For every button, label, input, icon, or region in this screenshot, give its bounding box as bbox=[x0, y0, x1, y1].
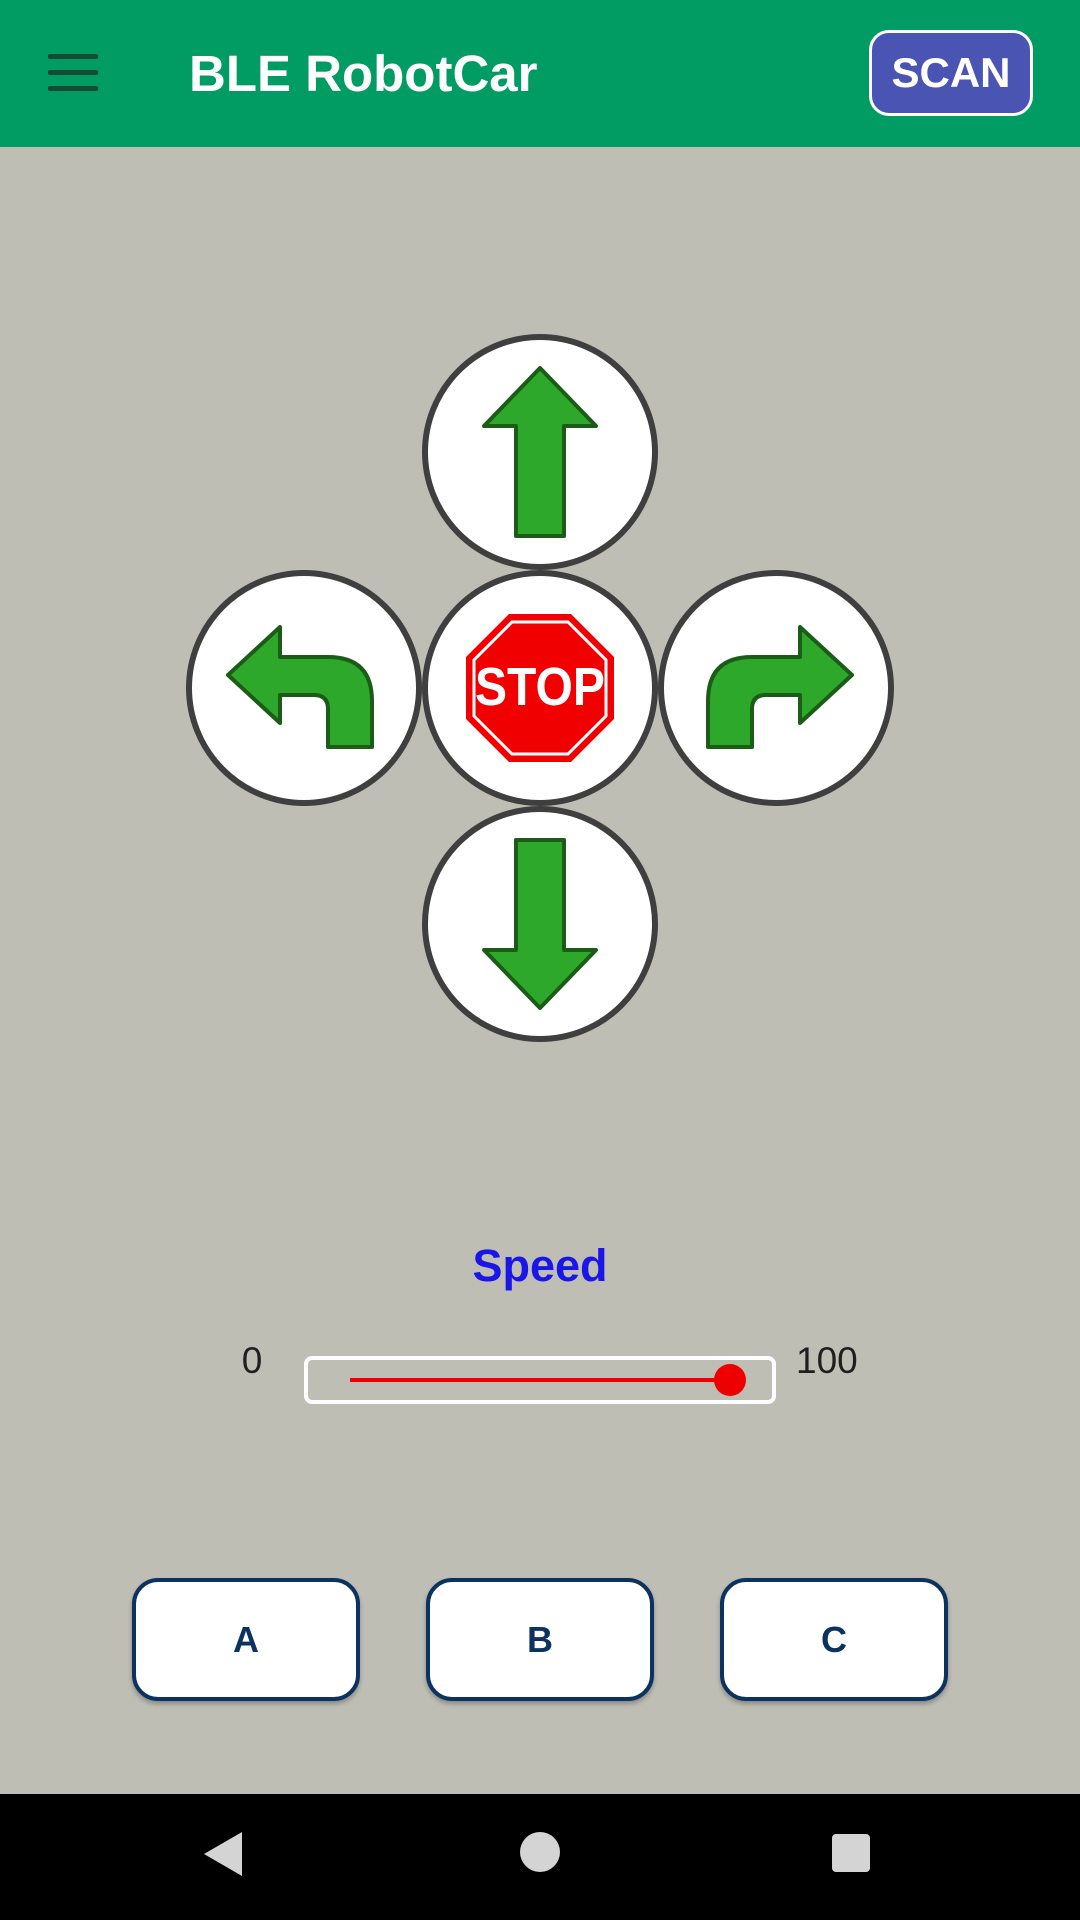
stop-label: STOP bbox=[475, 657, 605, 717]
action-button-b[interactable]: B bbox=[426, 1578, 654, 1701]
speed-slider[interactable] bbox=[304, 1356, 776, 1404]
back-triangle-icon[interactable] bbox=[202, 1830, 244, 1878]
turn-left-arrow-icon bbox=[226, 625, 374, 749]
hamburger-menu-icon[interactable] bbox=[36, 40, 108, 106]
action-button-a[interactable]: A bbox=[132, 1578, 360, 1701]
arrow-up-icon bbox=[482, 366, 598, 538]
stop-button[interactable]: STOP bbox=[422, 570, 658, 806]
speed-slider-track[interactable] bbox=[350, 1378, 730, 1382]
backward-button[interactable] bbox=[422, 806, 658, 1042]
scan-button[interactable]: SCAN bbox=[869, 30, 1033, 116]
speed-label: Speed bbox=[472, 1240, 608, 1291]
home-circle-icon[interactable] bbox=[520, 1832, 560, 1872]
turn-right-button[interactable] bbox=[658, 570, 894, 806]
speed-slider-thumb[interactable] bbox=[714, 1364, 746, 1396]
action-button-c[interactable]: C bbox=[720, 1578, 948, 1701]
stop-sign-icon: STOP bbox=[466, 614, 614, 762]
app-bar: BLE RobotCar SCAN bbox=[0, 0, 1080, 147]
turn-left-button[interactable] bbox=[186, 570, 422, 806]
speed-slider-fill bbox=[350, 1378, 730, 1382]
turn-right-arrow-icon bbox=[706, 625, 854, 749]
speed-min-label: 0 bbox=[241, 1340, 263, 1381]
speed-max-label: 100 bbox=[796, 1340, 858, 1381]
forward-button[interactable] bbox=[422, 334, 658, 570]
system-navigation-bar bbox=[0, 1794, 1080, 1920]
recents-square-icon[interactable] bbox=[832, 1834, 870, 1872]
arrow-down-icon bbox=[482, 838, 598, 1010]
app-title: BLE RobotCar bbox=[189, 45, 538, 102]
